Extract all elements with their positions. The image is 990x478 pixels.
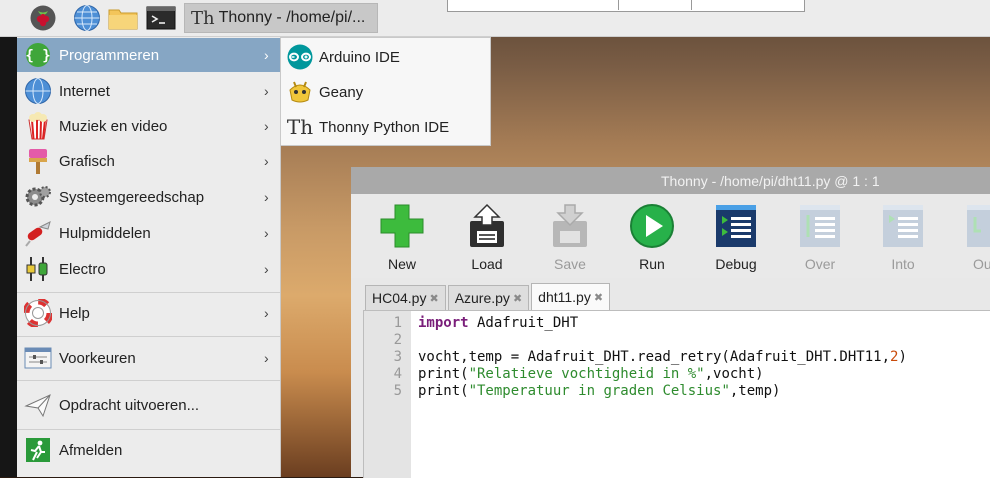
editor-tabs: HC04.py ✖ Azure.py ✖ dht11.py ✖ bbox=[365, 283, 612, 310]
code-line-3: vocht,temp = Adafruit_DHT.read_retry(Ada… bbox=[418, 349, 907, 365]
geany-icon bbox=[285, 77, 315, 107]
code-line-5: print("Temperatuur in graden Celsius",te… bbox=[418, 383, 781, 399]
tab-dht11[interactable]: dht11.py ✖ bbox=[531, 283, 611, 310]
swiss-knife-icon bbox=[23, 218, 53, 248]
debug-icon bbox=[712, 202, 760, 250]
line-number: 3 bbox=[393, 349, 402, 365]
code-line-4: print("Relatieve vochtigheid in %",vocht… bbox=[418, 366, 764, 382]
menu-item-programmeren[interactable]: { } Programmeren › bbox=[17, 38, 280, 72]
paintbrush-icon bbox=[23, 146, 53, 176]
window-title: Thonny - /home/pi/dht11.py @ 1 : 1 bbox=[661, 172, 880, 189]
file-manager-folder-icon[interactable] bbox=[108, 4, 138, 32]
chevron-right-icon: › bbox=[264, 47, 269, 63]
close-tab-icon[interactable]: ✖ bbox=[513, 292, 522, 305]
thonny-toolbar: New Load Save Run Debug Over Into Ou bbox=[351, 194, 990, 278]
menu-item-hulpmiddelen[interactable]: Hulpmiddelen › bbox=[17, 216, 280, 250]
gears-icon bbox=[23, 182, 53, 212]
menu-item-internet[interactable]: Internet › bbox=[17, 74, 280, 108]
thonny-titlebar[interactable]: Thonny - /home/pi/dht11.py @ 1 : 1 bbox=[351, 167, 990, 194]
menu-item-electro[interactable]: Electro › bbox=[17, 252, 280, 286]
menu-separator bbox=[17, 292, 280, 293]
popcorn-icon bbox=[23, 111, 53, 141]
programmeren-submenu: Arduino IDE Geany Th Thonny Python IDE bbox=[280, 37, 491, 146]
chevron-right-icon: › bbox=[264, 189, 269, 205]
line-number: 1 bbox=[393, 315, 402, 331]
code-editor[interactable]: 1 2 3 4 5 import Adafruit_DHT vocht,temp… bbox=[363, 310, 990, 478]
menu-item-afmelden[interactable]: Afmelden bbox=[17, 433, 280, 467]
menu-item-voorkeuren[interactable]: Voorkeuren › bbox=[17, 341, 280, 375]
step-over-button[interactable]: Over bbox=[790, 202, 850, 278]
thonny-icon: Th bbox=[286, 115, 314, 139]
debug-button[interactable]: Debug bbox=[706, 202, 766, 278]
step-into-icon bbox=[879, 202, 927, 250]
save-icon bbox=[546, 202, 594, 250]
logout-icon bbox=[23, 435, 53, 465]
new-file-icon bbox=[378, 202, 426, 250]
left-dark-strip bbox=[0, 37, 17, 477]
tab-hc04[interactable]: HC04.py ✖ bbox=[365, 285, 446, 310]
chevron-right-icon: › bbox=[264, 153, 269, 169]
browser-globe-icon[interactable] bbox=[72, 4, 102, 32]
close-tab-icon[interactable]: ✖ bbox=[429, 292, 438, 305]
chevron-right-icon: › bbox=[264, 350, 269, 366]
thonny-window: Thonny - /home/pi/dht11.py @ 1 : 1 New L… bbox=[351, 167, 990, 478]
line-number: 4 bbox=[393, 366, 402, 382]
preferences-icon bbox=[23, 343, 53, 373]
load-icon bbox=[463, 202, 511, 250]
submenu-item-thonny-python-ide[interactable]: Th Thonny Python IDE bbox=[281, 110, 490, 144]
line-number: 2 bbox=[393, 332, 402, 348]
tab-azure[interactable]: Azure.py ✖ bbox=[447, 285, 530, 310]
menu-item-opdracht-uitvoeren[interactable]: Opdracht uitvoeren... bbox=[17, 388, 280, 422]
application-menu: { } Programmeren › Internet › Muziek en … bbox=[17, 37, 281, 477]
lifebuoy-icon bbox=[23, 298, 53, 328]
globe-icon bbox=[23, 76, 53, 106]
arduino-icon bbox=[285, 42, 315, 72]
step-into-button[interactable]: Into bbox=[873, 202, 933, 278]
new-button[interactable]: New bbox=[372, 202, 432, 278]
terminal-icon[interactable] bbox=[146, 4, 176, 32]
step-out-icon bbox=[963, 202, 990, 250]
run-icon bbox=[628, 202, 676, 250]
load-button[interactable]: Load bbox=[457, 202, 517, 278]
menu-separator bbox=[17, 380, 280, 381]
top-panel: Th Thonny - /home/pi/... bbox=[0, 0, 990, 37]
submenu-item-arduino-ide[interactable]: Arduino IDE bbox=[281, 40, 490, 74]
svg-text:{ }: { } bbox=[25, 48, 50, 64]
run-button[interactable]: Run bbox=[622, 202, 682, 278]
chevron-right-icon: › bbox=[264, 261, 269, 277]
save-button[interactable]: Save bbox=[540, 202, 600, 278]
menu-item-muziek-en-video[interactable]: Muziek en video › bbox=[17, 109, 280, 143]
menu-item-grafisch[interactable]: Grafisch › bbox=[17, 144, 280, 178]
menu-item-systeemgereedschap[interactable]: Systeemgereedschap › bbox=[17, 180, 280, 214]
code-line-1: import Adafruit_DHT bbox=[418, 315, 579, 331]
panel-cpu-widget bbox=[447, 0, 805, 12]
taskbar-thonny-button[interactable]: Th Thonny - /home/pi/... bbox=[184, 3, 378, 33]
run-command-icon bbox=[23, 390, 53, 420]
electronics-icon bbox=[23, 254, 53, 284]
line-number: 5 bbox=[393, 383, 402, 399]
menu-separator bbox=[17, 429, 280, 430]
chevron-right-icon: › bbox=[264, 118, 269, 134]
submenu-item-geany[interactable]: Geany bbox=[281, 75, 490, 109]
menu-item-help[interactable]: Help › bbox=[17, 296, 280, 330]
chevron-right-icon: › bbox=[264, 305, 269, 321]
menu-separator bbox=[17, 336, 280, 337]
programming-icon: { } bbox=[23, 40, 53, 70]
chevron-right-icon: › bbox=[264, 83, 269, 99]
step-out-button[interactable]: Ou bbox=[951, 202, 990, 278]
step-over-icon bbox=[796, 202, 844, 250]
chevron-right-icon: › bbox=[264, 225, 269, 241]
line-number-gutter: 1 2 3 4 5 bbox=[364, 311, 411, 478]
taskbar-thonny-title: Thonny - /home/pi/... bbox=[218, 9, 366, 26]
close-tab-icon[interactable]: ✖ bbox=[594, 291, 603, 304]
raspberry-menu-icon[interactable] bbox=[28, 4, 58, 32]
thonny-task-icon: Th bbox=[191, 7, 215, 29]
